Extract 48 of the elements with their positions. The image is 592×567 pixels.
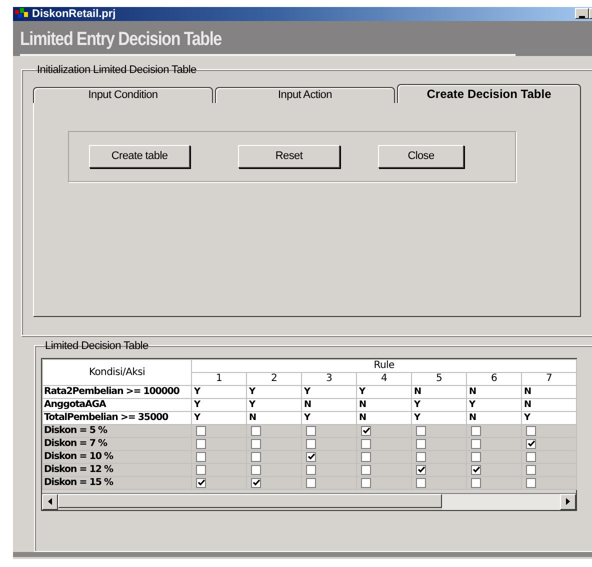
- row-label: TotalPembelian >= 35000: [42, 411, 192, 424]
- row-label: Diskon = 5 %: [42, 424, 192, 438]
- column-header: 1: [192, 372, 246, 386]
- button[interactable]: Close: [378, 144, 464, 168]
- group-title: Limited Decision Table: [44, 340, 150, 352]
- column-header: Rule: [192, 359, 577, 372]
- row-label: Rata2Pembelian >= 100000: [42, 385, 192, 398]
- window-title: DiskonRetail.prj: [32, 8, 117, 20]
- column-header: 5: [412, 372, 466, 386]
- button[interactable]: Create table: [89, 144, 190, 168]
- row-label: Diskon = 7 %: [42, 437, 192, 450]
- column-header: 3: [302, 372, 356, 386]
- row-label: Diskon = 10 %: [42, 450, 192, 464]
- column-header: 6: [466, 372, 522, 386]
- table-cell: Y: [412, 411, 466, 424]
- table-cell: Y: [302, 411, 356, 424]
- table-cell: Y: [192, 385, 246, 398]
- table-cell: N: [246, 411, 302, 424]
- table-cell: Y: [192, 411, 246, 424]
- table-cell: N: [302, 398, 356, 412]
- table-cell: Y: [192, 398, 246, 412]
- table-cell: N: [412, 385, 466, 398]
- table-cell: N: [466, 411, 522, 424]
- table-cell: Y: [302, 385, 356, 398]
- column-header: 2: [246, 372, 302, 386]
- row-label: AnggotaAGA: [42, 398, 192, 412]
- group-title: Initialization Limited Decision Table: [36, 64, 198, 76]
- table-cell: N: [522, 385, 577, 398]
- column-header: 7: [522, 372, 577, 386]
- table-cell: Y: [466, 398, 522, 412]
- column-header: Kondisi/Aksi: [42, 359, 192, 386]
- table-cell: Y: [246, 398, 302, 412]
- tab[interactable]: Input Action: [215, 86, 395, 103]
- tab[interactable]: Create Decision Table: [397, 84, 581, 103]
- table-cell: N: [466, 385, 522, 398]
- button[interactable]: Reset: [238, 144, 340, 168]
- table-cell: N: [522, 398, 577, 412]
- column-header: 4: [356, 372, 412, 386]
- tab[interactable]: Input Condition: [33, 86, 213, 103]
- table-cell: N: [356, 411, 412, 424]
- row-label: Diskon = 12 %: [42, 463, 192, 476]
- table-cell: Y: [522, 411, 577, 424]
- page-title: Limited Entry Decision Table: [20, 28, 516, 56]
- table-cell: Y: [246, 385, 302, 398]
- table-cell: Y: [356, 385, 412, 398]
- row-label: Diskon = 15 %: [42, 476, 192, 490]
- table-cell: Y: [412, 398, 466, 412]
- table-cell: N: [356, 398, 412, 412]
